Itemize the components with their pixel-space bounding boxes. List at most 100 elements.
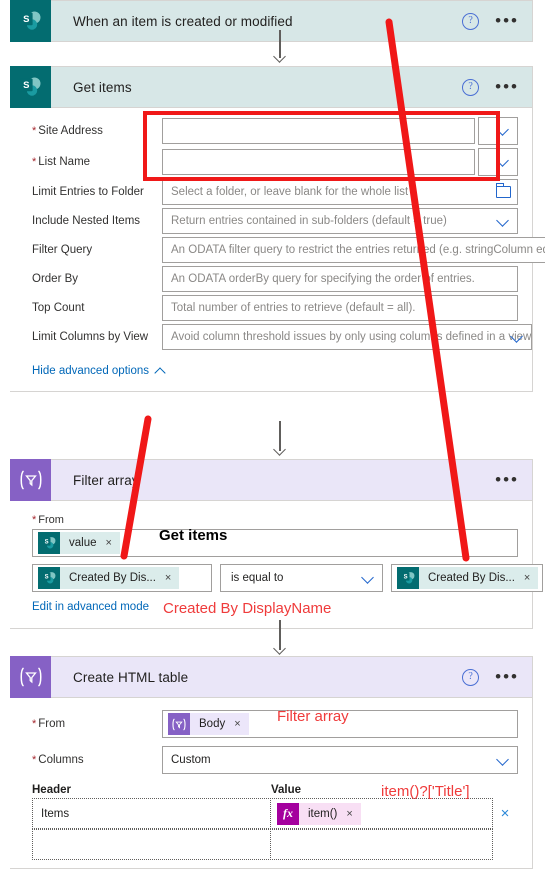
step-header-get-items[interactable]: S Get items ? •••	[10, 66, 533, 108]
step-body-get-items: Site Address List Name L	[10, 108, 545, 392]
order-by-placeholder: An ODATA orderBy query for specifying th…	[171, 273, 475, 285]
flow-designer-canvas: S When an item is created or modified ? …	[0, 0, 545, 869]
field-top-count: Top Count Total number of entries to ret…	[10, 295, 532, 321]
edit-in-advanced-mode-link[interactable]: Edit in advanced mode	[10, 601, 149, 613]
delete-row-icon[interactable]: ×	[492, 805, 518, 822]
field-limit-columns-by-view: Limit Columns by View Avoid column thres…	[10, 324, 533, 350]
grid-cell-value-2[interactable]	[270, 829, 493, 860]
field-site-address: Site Address	[10, 117, 532, 145]
list-name-input[interactable]	[162, 149, 475, 175]
hide-advanced-options-link[interactable]: Hide advanced options	[10, 365, 167, 377]
field-label-filter-query: Filter Query	[32, 244, 93, 256]
from-input-filter-array[interactable]: S value ×	[32, 529, 518, 557]
field-list-name: List Name	[10, 148, 532, 176]
step-header-actions-trigger: ? •••	[462, 12, 532, 30]
order-by-input[interactable]: An ODATA orderBy query for specifying th…	[162, 266, 518, 292]
chevron-down-icon	[362, 572, 375, 585]
svg-text:S: S	[23, 14, 29, 25]
token-body[interactable]: Body ×	[168, 713, 249, 735]
flow-step-get-items[interactable]: S Get items ? ••• Site Address	[10, 66, 545, 392]
top-count-placeholder: Total number of entries to retrieve (def…	[171, 302, 416, 314]
annotation-filter-array: Filter array	[277, 708, 349, 725]
field-label-list-name: List Name	[32, 156, 162, 168]
grid-cell-header-2[interactable]	[32, 829, 271, 860]
field-label-include-nested-items: Include Nested Items	[32, 215, 141, 227]
step-title-trigger: When an item is created or modified	[73, 13, 293, 29]
include-nested-items-dropdown[interactable]: Return entries contained in sub-folders …	[162, 208, 518, 234]
annotation-item-title: item()?['Title']	[381, 783, 470, 800]
grid-header-header: Header	[32, 784, 71, 796]
site-address-input[interactable]	[162, 118, 475, 144]
list-name-dropdown-button[interactable]	[478, 148, 518, 176]
from-label-filter-array: From	[10, 514, 532, 526]
svg-text:S: S	[44, 540, 48, 546]
filter-query-input[interactable]: An ODATA filter query to restrict the en…	[162, 237, 545, 263]
help-icon[interactable]: ?	[462, 12, 480, 30]
field-include-nested-items: Include Nested Items Return entries cont…	[10, 208, 532, 234]
condition-row-filter-array: S Created By Dis... × is equal to S Crea…	[10, 564, 544, 592]
condition-left-input[interactable]: S Created By Dis... ×	[32, 564, 212, 592]
field-filter-query: Filter Query An ODATA filter query to re…	[10, 237, 545, 263]
chevron-up-icon	[156, 366, 167, 377]
chevron-down-icon	[497, 124, 510, 137]
more-options-icon[interactable]: •••	[495, 668, 519, 685]
token-remove-icon[interactable]: ×	[234, 718, 240, 730]
token-created-by-displayname-right[interactable]: S Created By Dis... ×	[397, 567, 539, 589]
sharepoint-icon: S	[10, 0, 51, 42]
help-icon[interactable]: ?	[462, 78, 480, 96]
table-row: Items fx item() × ×	[32, 798, 518, 829]
token-remove-icon[interactable]: ×	[346, 808, 352, 820]
more-options-icon[interactable]: •••	[495, 12, 519, 29]
from-field-create-html-table: From Body ×	[10, 710, 532, 738]
limit-entries-to-folder-input[interactable]: Select a folder, or leave blank for the …	[162, 179, 518, 205]
site-address-dropdown-button[interactable]	[478, 117, 518, 145]
token-label-value: value	[69, 537, 97, 549]
columns-field: Columns Custom	[10, 746, 532, 774]
grid-cell-header-1[interactable]: Items	[32, 798, 271, 829]
from-label-create-html-table: From	[32, 718, 162, 730]
help-icon[interactable]: ?	[462, 668, 480, 686]
token-remove-icon[interactable]: ×	[524, 572, 530, 584]
top-count-input[interactable]: Total number of entries to retrieve (def…	[162, 295, 518, 321]
token-value[interactable]: S value ×	[38, 532, 120, 554]
token-remove-icon[interactable]: ×	[165, 572, 171, 584]
folder-icon[interactable]	[496, 183, 511, 198]
sharepoint-icon: S	[38, 567, 60, 589]
step-header-filter-array[interactable]: Filter array •••	[10, 459, 533, 501]
step-header-actions-filter-array: •••	[495, 471, 532, 488]
svg-text:S: S	[44, 575, 48, 581]
filter-array-icon	[10, 459, 51, 501]
more-options-icon[interactable]: •••	[495, 471, 519, 488]
token-item-expression[interactable]: fx item() ×	[277, 802, 361, 825]
field-label-limit-columns-by-view: Limit Columns by View	[32, 331, 149, 343]
filter-array-icon	[168, 713, 190, 735]
token-label-created-by-left: Created By Dis...	[69, 572, 156, 584]
condition-operator-dropdown[interactable]: is equal to	[220, 564, 383, 592]
token-created-by-displayname-left[interactable]: S Created By Dis... ×	[38, 567, 180, 589]
step-title-create-html-table: Create HTML table	[73, 669, 189, 685]
expression-icon: fx	[277, 802, 299, 825]
more-options-icon[interactable]: •••	[495, 78, 519, 95]
svg-text:S: S	[403, 575, 407, 581]
chevron-down-icon	[497, 155, 510, 168]
columns-label: Columns	[32, 754, 162, 766]
token-remove-icon[interactable]: ×	[106, 537, 112, 549]
chevron-down-icon	[511, 331, 524, 344]
grid-cell-value-1[interactable]: fx item() ×	[270, 798, 493, 829]
connector-arrow-3	[272, 620, 288, 656]
sharepoint-icon: S	[397, 567, 419, 589]
condition-operator-value: is equal to	[231, 572, 284, 584]
columns-dropdown[interactable]: Custom	[162, 746, 518, 774]
token-label-body: Body	[199, 718, 226, 730]
sharepoint-icon: S	[10, 66, 51, 108]
from-field-filter-array: S value ×	[10, 529, 532, 557]
columns-value: Custom	[171, 754, 211, 766]
columns-grid: Items fx item() × ×	[10, 796, 532, 860]
field-limit-entries-to-folder: Limit Entries to Folder Select a folder,…	[10, 179, 532, 205]
step-header-actions-get-items: ? •••	[462, 78, 532, 96]
flow-step-create-html-table[interactable]: Create HTML table ? ••• From	[10, 656, 533, 869]
limit-columns-by-view-dropdown[interactable]: Avoid column threshold issues by only us…	[162, 324, 533, 350]
include-nested-items-placeholder: Return entries contained in sub-folders …	[171, 215, 447, 227]
condition-right-input[interactable]: S Created By Dis... ×	[391, 564, 544, 592]
step-header-create-html-table[interactable]: Create HTML table ? •••	[10, 656, 533, 698]
